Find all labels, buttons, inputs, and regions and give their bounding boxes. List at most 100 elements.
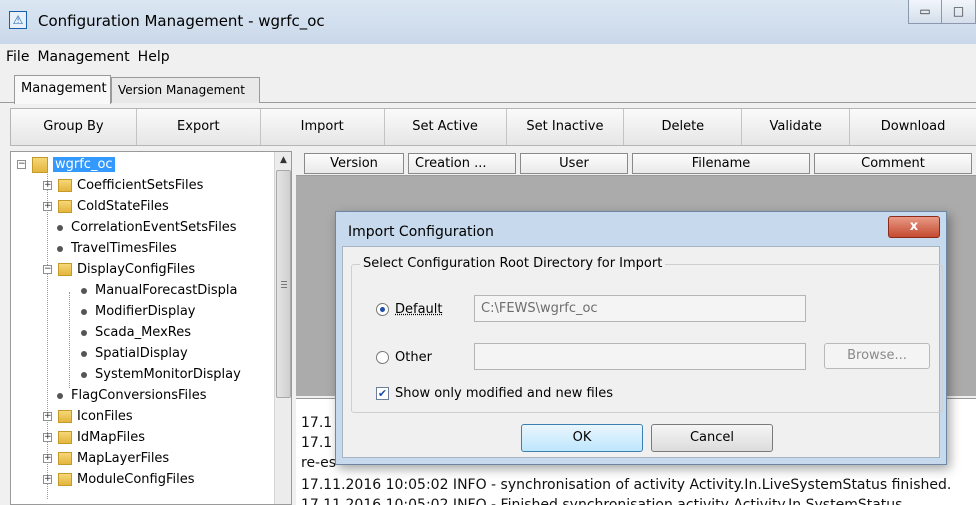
tab-bar: Management Version Management	[0, 73, 976, 104]
tree-item-display-config[interactable]: − DisplayConfigFiles	[43, 259, 195, 280]
tree-item-map-layer-files[interactable]: + MapLayerFiles	[43, 448, 169, 469]
tree-item-root[interactable]: − wgrfc_oc	[17, 154, 115, 175]
default-radio-label: Default	[395, 302, 443, 317]
column-creation[interactable]: Creation ...	[408, 153, 516, 174]
log-line: 17.1	[301, 415, 333, 431]
collapse-icon[interactable]: −	[43, 265, 52, 274]
group-by-button[interactable]: Group By	[11, 109, 137, 145]
scroll-up-arrow-icon[interactable]: ▲	[275, 152, 291, 169]
expand-icon[interactable]: +	[43, 454, 52, 463]
collapse-icon[interactable]: −	[17, 160, 26, 169]
tree-item-coefficient-sets[interactable]: + CoefficientSetsFiles	[43, 175, 203, 196]
menu-file[interactable]: File	[6, 49, 29, 65]
other-radio[interactable]	[376, 351, 389, 364]
tree-item-label: ManualForecastDispla	[95, 283, 238, 298]
tree-item-icon-files[interactable]: + IconFiles	[43, 406, 133, 427]
folder-icon	[58, 179, 72, 192]
table-header: Version Creation ... User Filename Comme…	[296, 151, 976, 176]
dialog-body: Select Configuration Root Directory for …	[342, 246, 943, 458]
menu-management[interactable]: Management	[37, 49, 129, 65]
tree-item-label: ColdStateFiles	[77, 199, 169, 214]
expand-icon[interactable]: +	[43, 202, 52, 211]
dialog-title: Import Configuration	[348, 224, 494, 240]
folder-icon	[58, 473, 72, 486]
file-bullet-icon	[57, 392, 63, 399]
tree-item-label: CorrelationEventSetsFiles	[71, 220, 237, 235]
delete-button[interactable]: Delete	[624, 109, 743, 145]
log-line: 17.11.2016 10:05:02 INFO - synchronisati…	[301, 477, 952, 493]
tree-scrollbar[interactable]: ▲	[274, 152, 291, 504]
window-controls: ▭ □	[908, 0, 976, 28]
validate-button[interactable]: Validate	[742, 109, 851, 145]
other-radio-label: Other	[395, 350, 432, 365]
tree-item-travel-times[interactable]: TravelTimesFiles	[53, 238, 177, 259]
file-bullet-icon	[81, 371, 87, 378]
tree-item-correlation-event-sets[interactable]: CorrelationEventSetsFiles	[53, 217, 237, 238]
export-button[interactable]: Export	[137, 109, 261, 145]
tree-item-flag-conversions[interactable]: FlagConversionsFiles	[53, 385, 207, 406]
tree-item-module-config-files[interactable]: + ModuleConfigFiles	[43, 469, 195, 490]
other-path-field[interactable]	[474, 343, 806, 370]
expand-icon[interactable]: +	[43, 181, 52, 190]
default-path-field[interactable]: C:\FEWS\wgrfc_oc	[474, 295, 806, 322]
root-directory-group: Select Configuration Root Directory for …	[351, 256, 943, 413]
folder-icon	[58, 263, 72, 276]
default-radio-option[interactable]: Default	[376, 302, 443, 317]
minimize-button[interactable]: ▭	[908, 0, 942, 24]
tree-item-manual-forecast-display[interactable]: ManualForecastDispla	[77, 280, 237, 301]
tree-connector	[69, 292, 70, 388]
folder-icon	[58, 410, 72, 423]
title-bar: ⚠ Configuration Management - wgrfc_oc ▭ …	[0, 0, 976, 44]
tree-item-scada-mexres[interactable]: Scada_MexRes	[77, 322, 191, 343]
ok-button[interactable]: OK	[521, 424, 643, 452]
column-filename[interactable]: Filename	[632, 153, 810, 174]
tree-item-label: DisplayConfigFiles	[77, 262, 196, 277]
column-user[interactable]: User	[520, 153, 628, 174]
scroll-thumb[interactable]	[276, 170, 291, 398]
file-bullet-icon	[81, 350, 87, 357]
tree-item-idmap-files[interactable]: + IdMapFiles	[43, 427, 145, 448]
tree-item-cold-state[interactable]: + ColdStateFiles	[43, 196, 169, 217]
expand-icon[interactable]: +	[43, 412, 52, 421]
expand-icon[interactable]: +	[43, 475, 52, 484]
other-radio-option[interactable]: Other	[376, 350, 432, 365]
show-modified-option[interactable]: ✔ Show only modified and new files	[376, 386, 613, 401]
menu-help[interactable]: Help	[138, 49, 170, 65]
close-icon[interactable]: x	[888, 216, 940, 238]
tree-item-spatial-display[interactable]: SpatialDisplay	[77, 343, 188, 364]
tree-item-label: FlagConversionsFiles	[71, 388, 207, 403]
browse-button[interactable]: Browse...	[824, 343, 930, 369]
config-tree[interactable]: − wgrfc_oc + CoefficientSetsFiles + Cold…	[10, 151, 292, 505]
import-button[interactable]: Import	[261, 109, 385, 145]
grip-line	[281, 287, 287, 288]
log-line: re-es	[301, 455, 337, 471]
show-modified-checkbox[interactable]: ✔	[376, 387, 389, 400]
show-modified-label: Show only modified and new files	[395, 386, 614, 401]
cancel-button[interactable]: Cancel	[651, 424, 773, 452]
grip-line	[281, 284, 287, 285]
tree-item-label: Scada_MexRes	[95, 325, 191, 340]
default-radio[interactable]	[376, 303, 389, 316]
set-active-button[interactable]: Set Active	[385, 109, 507, 145]
tree-item-label: SpatialDisplay	[95, 346, 188, 361]
set-inactive-button[interactable]: Set Inactive	[507, 109, 625, 145]
tab-management[interactable]: Management	[14, 75, 111, 104]
tree-item-modifier-display[interactable]: ModifierDisplay	[77, 301, 195, 322]
log-line: 17.1	[301, 435, 333, 451]
import-configuration-dialog: Import Configuration x Select Configurat…	[335, 211, 947, 465]
expand-icon[interactable]: +	[43, 433, 52, 442]
maximize-button[interactable]: □	[942, 0, 976, 24]
tree-item-system-monitor-display[interactable]: SystemMonitorDisplay	[77, 364, 241, 385]
tab-version-management[interactable]: Version Management	[111, 77, 260, 103]
grip-line	[281, 281, 287, 282]
window-title: Configuration Management - wgrfc_oc	[38, 12, 325, 30]
tree-item-label: ModifierDisplay	[95, 304, 196, 319]
tree-item-label: ModuleConfigFiles	[77, 472, 195, 487]
file-bullet-icon	[81, 329, 87, 336]
file-bullet-icon	[57, 224, 63, 231]
download-button[interactable]: Download	[850, 109, 976, 145]
column-comment[interactable]: Comment	[814, 153, 972, 174]
group-title: Select Configuration Root Directory for …	[360, 256, 666, 271]
column-version[interactable]: Version	[304, 153, 404, 174]
log-line: 17.11.2016 10:05:02 INFO - Finished sync…	[301, 497, 903, 505]
